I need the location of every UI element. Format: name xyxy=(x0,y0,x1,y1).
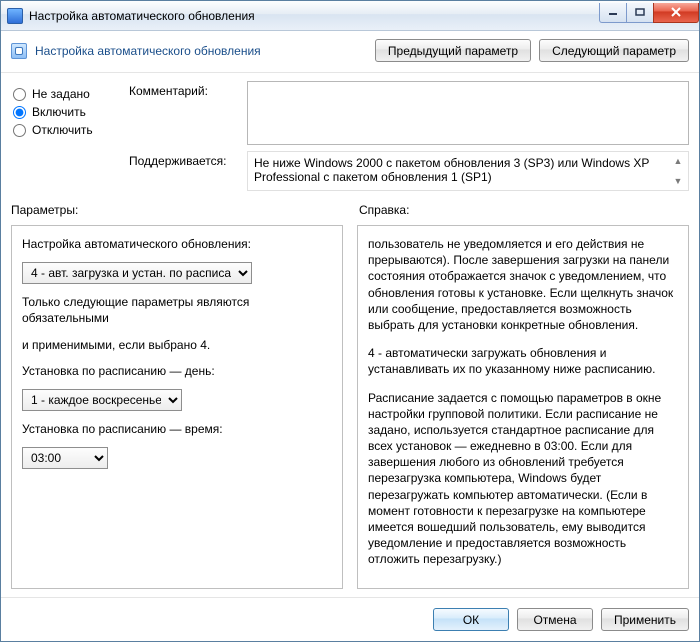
radio-not-configured[interactable]: Не задано xyxy=(11,87,115,101)
ok-button[interactable]: ОК xyxy=(433,608,509,631)
state-radios: Не задано Включить Отключить xyxy=(11,81,115,197)
help-p3: Расписание задается с помощью параметров… xyxy=(368,390,678,568)
supported-text: Не ниже Windows 2000 с пакетом обновлени… xyxy=(254,156,649,184)
radio-enabled[interactable]: Включить xyxy=(11,105,115,119)
header-title: Настройка автоматического обновления xyxy=(35,44,375,58)
options-section-label: Параметры: xyxy=(11,203,343,217)
maximize-icon xyxy=(635,8,645,16)
maximize-button[interactable] xyxy=(626,3,654,23)
comment-label: Комментарий: xyxy=(129,81,239,98)
next-setting-button[interactable]: Следующий параметр xyxy=(539,39,689,62)
schedule-day-select[interactable]: 1 - каждое воскресенье xyxy=(22,389,182,411)
options-note2: и применимыми, если выбрано 4. xyxy=(22,337,332,353)
options-title: Настройка автоматического обновления: xyxy=(22,236,332,252)
scroll-down-icon[interactable]: ▼ xyxy=(670,174,686,188)
window-buttons xyxy=(600,3,699,23)
scroll-up-icon[interactable]: ▲ xyxy=(670,154,686,168)
help-section-label: Справка: xyxy=(359,203,409,217)
window-title: Настройка автоматического обновления xyxy=(29,9,600,23)
help-panel: пользователь не уведомляется и его дейст… xyxy=(357,225,689,589)
radio-not-configured-label: Не задано xyxy=(32,87,90,101)
fields: Комментарий: Поддерживается: Не ниже Win… xyxy=(129,81,689,197)
supported-box: Не ниже Windows 2000 с пакетом обновлени… xyxy=(247,151,689,191)
supported-row: Поддерживается: Не ниже Windows 2000 с п… xyxy=(129,151,689,191)
update-mode-select[interactable]: 4 - авт. загрузка и устан. по расписанию xyxy=(22,262,252,284)
footer: ОК Отмена Применить xyxy=(1,597,699,641)
schedule-time-select[interactable]: 03:00 xyxy=(22,447,108,469)
dialog-window: Настройка автоматического обновления Нас… xyxy=(0,0,700,642)
supported-label: Поддерживается: xyxy=(129,151,239,168)
radio-disabled-label: Отключить xyxy=(32,123,93,137)
day-label: Установка по расписанию — день: xyxy=(22,363,332,379)
close-button[interactable] xyxy=(653,3,699,23)
minimize-button[interactable] xyxy=(599,3,627,23)
columns: Настройка автоматического обновления: 4 … xyxy=(1,219,699,597)
radio-disabled[interactable]: Отключить xyxy=(11,123,115,137)
app-icon xyxy=(7,8,23,24)
titlebar: Настройка автоматического обновления xyxy=(1,1,699,31)
comment-input[interactable] xyxy=(247,81,689,145)
radio-not-configured-input[interactable] xyxy=(13,88,26,101)
section-labels: Параметры: Справка: xyxy=(1,201,699,219)
cancel-button[interactable]: Отмена xyxy=(517,608,593,631)
time-label: Установка по расписанию — время: xyxy=(22,421,332,437)
previous-setting-button[interactable]: Предыдущий параметр xyxy=(375,39,531,62)
close-icon xyxy=(670,7,682,17)
minimize-icon xyxy=(608,8,618,16)
policy-icon xyxy=(11,43,27,59)
radio-enabled-input[interactable] xyxy=(13,106,26,119)
help-p2: 4 - автоматически загружать обновления и… xyxy=(368,345,678,377)
radio-disabled-input[interactable] xyxy=(13,124,26,137)
upper-panel: Не задано Включить Отключить Комментарий… xyxy=(1,73,699,201)
radio-enabled-label: Включить xyxy=(32,105,86,119)
header: Настройка автоматического обновления Пре… xyxy=(1,31,699,73)
comment-row: Комментарий: xyxy=(129,81,689,145)
help-p1: пользователь не уведомляется и его дейст… xyxy=(368,236,678,333)
apply-button[interactable]: Применить xyxy=(601,608,689,631)
options-note1: Только следующие параметры являются обяз… xyxy=(22,294,332,326)
options-panel: Настройка автоматического обновления: 4 … xyxy=(11,225,343,589)
